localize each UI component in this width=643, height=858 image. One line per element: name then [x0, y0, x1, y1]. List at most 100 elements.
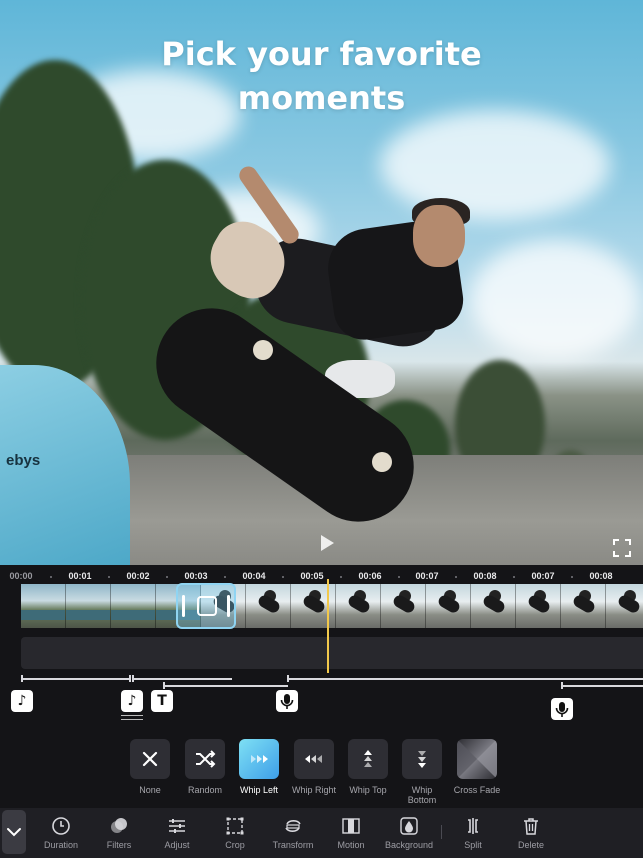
timeline[interactable]: 00:00 00:01 00:02 00:03 00:04 00:05 00:0… [0, 565, 643, 725]
split-tool[interactable]: Split [441, 808, 505, 858]
playhead[interactable] [327, 579, 329, 673]
tool-label: Adjust [164, 840, 190, 850]
tick-dot [513, 576, 515, 578]
tick-label: 00:06 [358, 571, 382, 581]
tick-dot [571, 576, 573, 578]
track-cap [287, 675, 289, 682]
transition-picker[interactable]: None Random Whip Left Whip Right Whip To… [0, 725, 643, 808]
transition-tile[interactable] [294, 739, 334, 779]
tool-label: Transform [272, 840, 314, 850]
transition-label: Whip Bottom [407, 785, 437, 805]
clip-thumbnail[interactable] [606, 584, 643, 628]
microphone-icon-glyph [280, 694, 294, 709]
trim-handle-right[interactable] [227, 595, 230, 617]
tick-label: 00:08 [589, 571, 613, 581]
trim-handle-left[interactable] [182, 595, 185, 617]
text-track-line[interactable] [163, 682, 288, 689]
tick-label: 00:00 [9, 571, 33, 581]
skateboard-wheel [372, 452, 392, 472]
cloud [380, 110, 610, 220]
tool-label: Crop [225, 840, 245, 850]
music-track-line[interactable] [132, 675, 232, 682]
whip-bottom-icon [418, 751, 426, 768]
whip-right-icon [305, 755, 322, 763]
crop-tool[interactable]: Crop [203, 808, 267, 858]
tick-label: 00:08 [473, 571, 497, 581]
tick-label: 00:07 [531, 571, 555, 581]
music-track-line[interactable] [21, 675, 131, 682]
microphone-icon-glyph [555, 702, 569, 717]
tick-label: 00:01 [68, 571, 92, 581]
background-icon [400, 817, 418, 835]
clip-thumbnail[interactable] [561, 584, 606, 628]
delete-tool[interactable]: Delete [499, 808, 563, 858]
skater-head [413, 205, 465, 267]
collapse-button[interactable] [2, 810, 26, 854]
tick-label: 00:03 [184, 571, 208, 581]
transform-tool[interactable]: Transform [261, 808, 325, 858]
voiceover-track-line[interactable] [561, 682, 643, 689]
video-preview[interactable]: ebys Pick your favorite moments [0, 0, 643, 565]
clip-thumbnail[interactable] [516, 584, 561, 628]
clip-thumbnail[interactable] [336, 584, 381, 628]
clip-thumbnail[interactable] [426, 584, 471, 628]
play-icon[interactable] [318, 533, 336, 553]
music-note-icon[interactable]: ♪ [11, 690, 33, 712]
duration-tool[interactable]: Duration [29, 808, 93, 858]
clip-thumbnail[interactable] [381, 584, 426, 628]
whip-left-icon [251, 755, 268, 763]
transition-tile[interactable] [402, 739, 442, 779]
tool-label: Delete [517, 840, 544, 850]
video-clip-track[interactable] [21, 584, 643, 628]
whip-top-icon [364, 750, 372, 767]
track-cap [132, 675, 134, 682]
microphone-icon[interactable] [276, 690, 298, 712]
clip-thumbnail[interactable] [111, 584, 156, 628]
adjust-tool[interactable]: Adjust [145, 808, 209, 858]
transition-tile[interactable] [130, 739, 170, 779]
split-icon [468, 818, 478, 834]
tick-label: 00:05 [300, 571, 324, 581]
motion-tool[interactable]: Motion [319, 808, 383, 858]
tick-label: 00:07 [415, 571, 439, 581]
transition-tile[interactable] [185, 739, 225, 779]
music-note-icon[interactable]: ♪ [121, 690, 143, 712]
clip-thumbnail[interactable] [291, 584, 336, 628]
tool-label: Duration [43, 840, 79, 850]
transform-icon [285, 820, 301, 832]
empty-overlay-track[interactable] [21, 637, 643, 669]
tick-dot [340, 576, 342, 578]
tick-dot [50, 576, 52, 578]
track-cap [129, 675, 131, 682]
stacked-indicator [121, 713, 143, 716]
track-cap [561, 682, 563, 689]
transition-marker[interactable] [176, 583, 236, 629]
time-ruler[interactable]: 00:00 00:01 00:02 00:03 00:04 00:05 00:0… [0, 571, 643, 585]
cloud [470, 240, 640, 360]
clip-thumbnail[interactable] [471, 584, 516, 628]
clip-thumbnail[interactable] [21, 584, 66, 628]
clip-thumbnail[interactable] [66, 584, 111, 628]
chevron-down-icon [7, 828, 21, 837]
transition-icon [197, 596, 217, 616]
tick-label: 00:02 [126, 571, 150, 581]
skateboard-wheel [253, 340, 273, 360]
text-icon[interactable]: T [151, 690, 173, 712]
transition-cross-fade[interactable]: Cross Fade [445, 739, 509, 795]
tool-label: Motion [337, 840, 365, 850]
transition-tile[interactable] [239, 739, 279, 779]
bottom-toolbar[interactable]: Duration Filters Adjust Crop Transform M… [0, 808, 643, 858]
transition-tile[interactable] [457, 739, 497, 779]
transition-tile[interactable] [348, 739, 388, 779]
filters-tool[interactable]: Filters [87, 808, 151, 858]
fullscreen-icon[interactable] [612, 538, 632, 558]
stacked-indicator [121, 717, 143, 720]
voiceover-track-line[interactable] [287, 675, 643, 682]
clip-thumbnail[interactable] [246, 584, 291, 628]
track-cap [163, 682, 165, 689]
microphone-icon[interactable] [551, 698, 573, 720]
clock-icon [52, 817, 70, 835]
ramp-text: ebys [6, 452, 41, 469]
background-tool[interactable]: Background [377, 808, 441, 858]
headline-line-2: moments [237, 79, 406, 117]
